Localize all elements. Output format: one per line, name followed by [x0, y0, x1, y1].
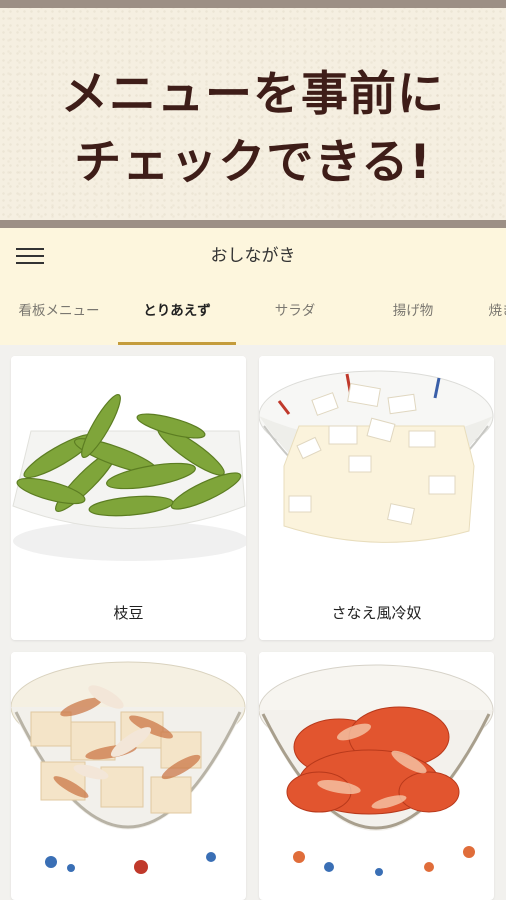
- menu-item-card[interactable]: [259, 652, 494, 900]
- menu-item-card[interactable]: [11, 652, 246, 900]
- menu-item-card[interactable]: さなえ風冷奴: [259, 356, 494, 640]
- menu-item-name: 枝豆: [11, 586, 246, 640]
- app-header: おしながき 看板メニュー とりあえず サラダ 揚げ物 焼き: [0, 228, 506, 345]
- promo-headline-line-2: チェックできる!: [74, 135, 432, 190]
- menu-item-name: さなえ風冷奴: [259, 586, 494, 640]
- tab-kanban-menu[interactable]: 看板メニュー: [0, 288, 118, 345]
- menu-item-name-clipped: [259, 880, 494, 898]
- category-tabs: 看板メニュー とりあえず サラダ 揚げ物 焼き: [0, 288, 506, 345]
- page-title: おしながき: [210, 246, 296, 266]
- edamame-photo: [11, 356, 246, 586]
- tab-salad[interactable]: サラダ: [236, 288, 354, 345]
- menu-item-card[interactable]: 枝豆: [11, 356, 246, 640]
- okaka-tofu-photo: [11, 652, 246, 882]
- menu-item-name-clipped: [11, 880, 246, 898]
- hiyayakko-photo: [259, 356, 494, 586]
- tab-yaki[interactable]: 焼き: [472, 288, 506, 345]
- tab-toriaezu[interactable]: とりあえず: [118, 288, 236, 345]
- kimchi-photo: [259, 652, 494, 882]
- tab-agemono[interactable]: 揚げ物: [354, 288, 472, 345]
- promo-banner: メニューを事前に チェックできる!: [0, 0, 506, 228]
- promo-headline-line-1: メニューを事前に: [61, 67, 445, 122]
